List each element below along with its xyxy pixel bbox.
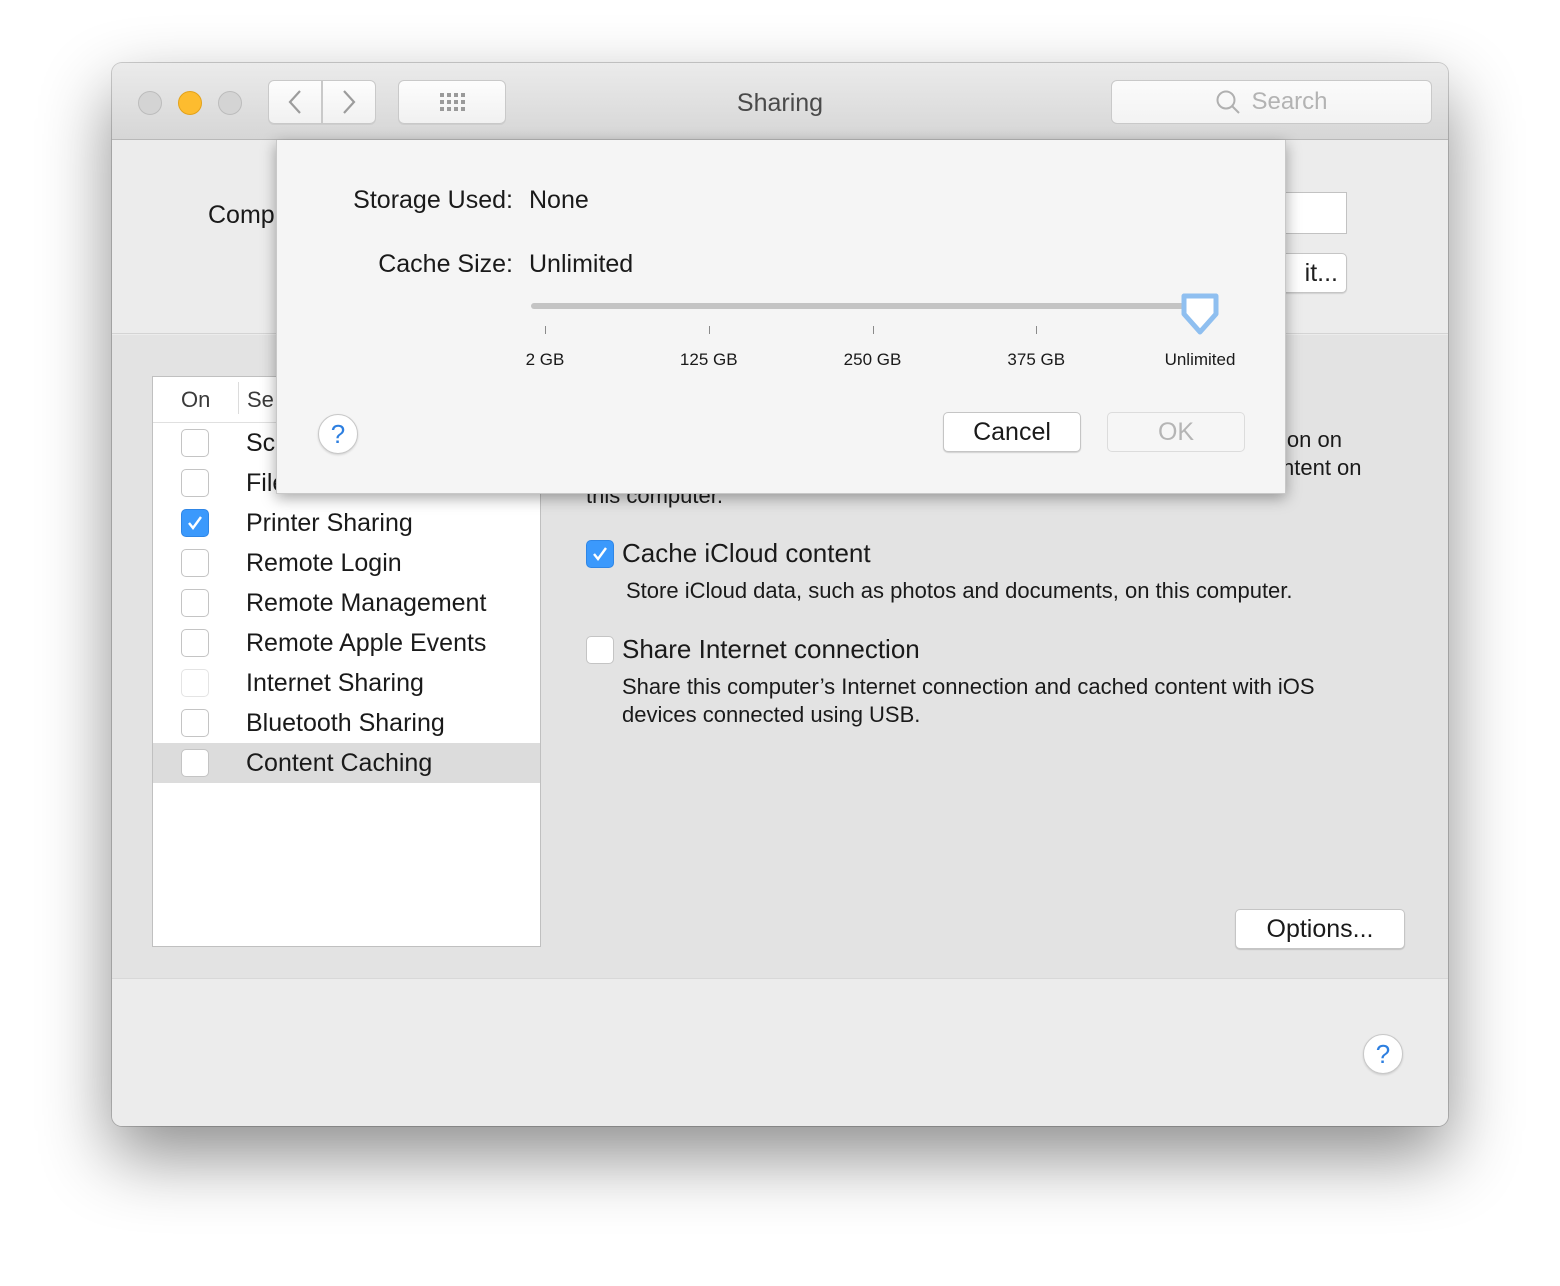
slider-tick xyxy=(1036,326,1038,334)
slider-tick-label: 375 GB xyxy=(1007,350,1066,369)
share-internet-description-line2: devices connected using USB. xyxy=(622,702,921,727)
help-button[interactable]: ? xyxy=(1363,1034,1403,1074)
slider-tick xyxy=(545,326,546,334)
ok-button[interactable]: OK xyxy=(1107,412,1245,452)
service-label[interactable]: Remote Management xyxy=(246,589,486,618)
slider-tick-label: 125 GB xyxy=(679,350,738,369)
service-row[interactable]: Content Caching xyxy=(153,743,540,783)
slider-tick xyxy=(872,326,874,334)
window-footer: ? xyxy=(112,980,1448,1126)
share-internet-description-line1: Share this computer’s Internet connectio… xyxy=(622,674,1315,699)
description-fragment: ntent on xyxy=(1282,455,1362,480)
sheet-help-button[interactable]: ? xyxy=(318,414,358,454)
slider-thumb[interactable] xyxy=(1178,290,1222,336)
cache-size-value: Unlimited xyxy=(529,250,634,278)
service-label[interactable]: Printer Sharing xyxy=(246,509,413,538)
service-checkbox[interactable] xyxy=(181,509,209,537)
service-row[interactable]: Remote Apple Events xyxy=(153,623,540,663)
slider-tick xyxy=(708,326,710,334)
storage-used-label: Storage Used: xyxy=(353,186,513,214)
service-checkbox[interactable] xyxy=(181,469,209,497)
cache-icloud-label[interactable]: Cache iCloud content xyxy=(622,538,871,569)
share-internet-checkbox[interactable] xyxy=(586,636,614,664)
service-checkbox[interactable] xyxy=(181,549,209,577)
share-internet-label[interactable]: Share Internet connection xyxy=(622,634,920,665)
checkmark-icon xyxy=(593,547,607,561)
search-field[interactable]: Search xyxy=(1111,80,1432,124)
service-label[interactable]: Bluetooth Sharing xyxy=(246,709,445,738)
cache-size-slider[interactable] xyxy=(531,303,1196,309)
service-checkbox[interactable] xyxy=(181,629,209,657)
column-divider xyxy=(238,382,239,414)
search-placeholder: Search xyxy=(1251,88,1328,115)
slider-tick-label: Unlimited xyxy=(1164,350,1236,369)
service-label[interactable]: Remote Apple Events xyxy=(246,629,486,658)
computer-name-label: Comp xyxy=(208,201,275,229)
service-checkbox[interactable] xyxy=(181,749,209,777)
description-fragment: ion on xyxy=(1282,427,1342,452)
service-checkbox[interactable] xyxy=(181,589,209,617)
column-header-service[interactable]: Se xyxy=(247,387,274,413)
cache-size-label: Cache Size: xyxy=(378,250,513,278)
storage-used-value: None xyxy=(529,186,589,214)
service-label[interactable]: Remote Login xyxy=(246,549,402,578)
checkmark-icon xyxy=(188,516,202,530)
cache-icloud-checkbox[interactable] xyxy=(586,540,614,568)
service-row[interactable]: Remote Management xyxy=(153,583,540,623)
service-checkbox[interactable] xyxy=(181,429,209,457)
column-header-on[interactable]: On xyxy=(181,387,210,413)
slider-tick-label: 2 GB xyxy=(525,350,565,369)
service-row[interactable]: Bluetooth Sharing xyxy=(153,703,540,743)
title-bar: Sharing Search xyxy=(112,63,1448,140)
service-row[interactable]: Printer Sharing xyxy=(153,503,540,543)
service-label[interactable]: Sc xyxy=(246,429,275,458)
service-checkbox[interactable] xyxy=(181,709,209,737)
service-row[interactable]: Internet Sharing xyxy=(153,663,540,703)
cache-settings-sheet: Storage Used: None Cache Size: Unlimited… xyxy=(276,140,1286,494)
service-checkbox[interactable] xyxy=(181,669,209,697)
options-button[interactable]: Options... xyxy=(1235,909,1405,949)
service-row[interactable]: Remote Login xyxy=(153,543,540,583)
cancel-button[interactable]: Cancel xyxy=(943,412,1081,452)
search-icon xyxy=(1216,90,1241,114)
cache-icloud-description: Store iCloud data, such as photos and do… xyxy=(626,578,1293,603)
service-label[interactable]: Internet Sharing xyxy=(246,669,424,698)
slider-tick-label: 250 GB xyxy=(843,350,902,369)
service-label[interactable]: Content Caching xyxy=(246,749,432,778)
